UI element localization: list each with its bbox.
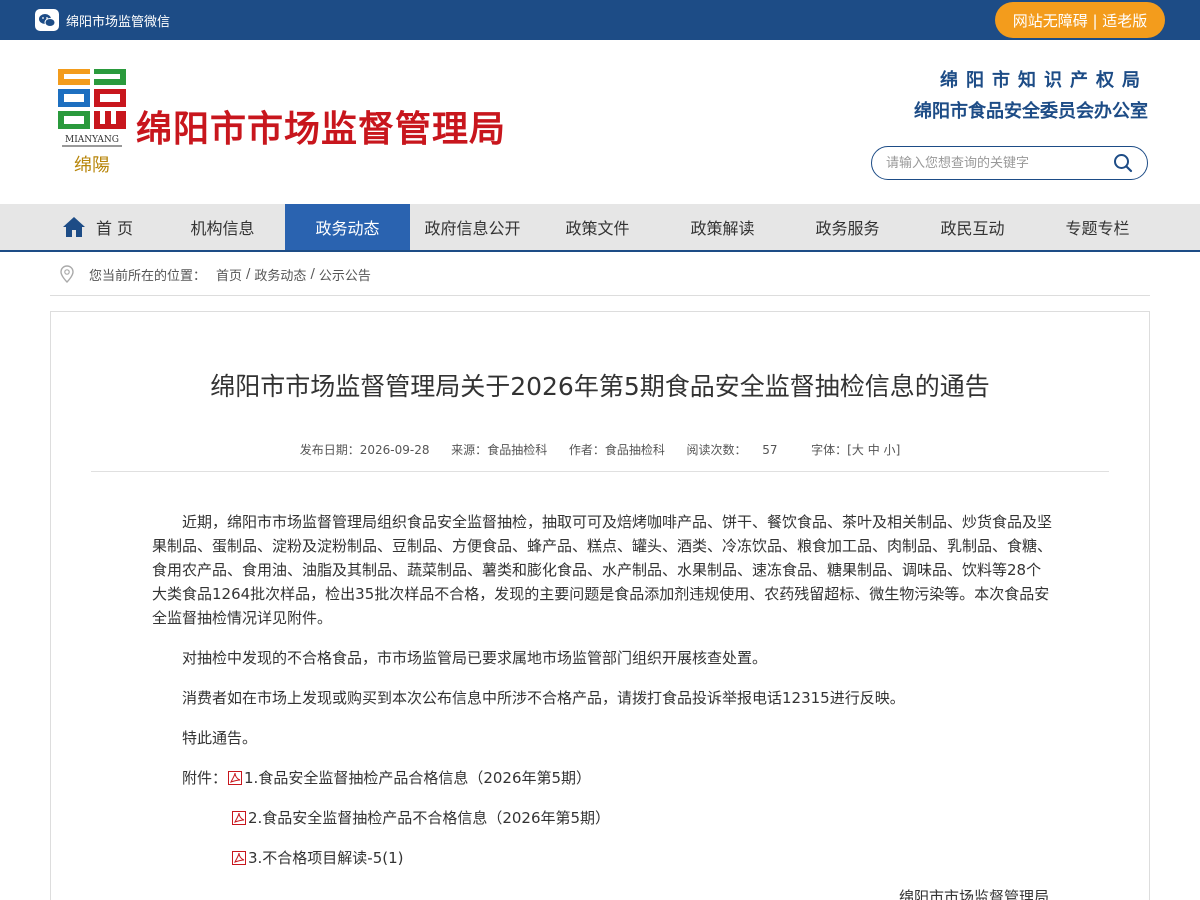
pdf-icon [228,770,243,785]
attachment-title: 3.不合格项目解读-5(1) [248,849,404,867]
article-source: 食品抽检科 [487,443,548,457]
top-bar: 绵阳市场监管微信 网站无障碍 | 适老版 [0,0,1200,40]
nav-item-gov-services[interactable]: 政务服务 [785,204,910,250]
logo-cn-text: 绵陽 [74,155,110,176]
breadcrumb-home[interactable]: 首页 [216,265,242,284]
breadcrumb-gov-news[interactable]: 政务动态 [254,265,306,284]
location-pin-icon [60,265,74,283]
logo-en-text: MIANYANG [65,135,119,145]
attachment-link-3[interactable]: 3.不合格项目解读-5(1) [231,847,404,868]
nav-item-home[interactable]: 首 页 [35,204,160,250]
attachment-title: 1.食品安全监督抽检产品合格信息（2026年第5期） [244,769,592,787]
nav-item-label: 首 页 [95,219,134,238]
pdf-icon [232,810,246,825]
breadcrumb: 您当前所在的位置： 首页 / 政务动态 / 公示公告 [50,253,1150,296]
nav-item-info-disclosure[interactable]: 政府信息公开 [410,204,535,250]
publish-date: 2026-09-28 [359,443,430,457]
font-medium-button[interactable]: 中 [868,443,880,457]
search-box [871,146,1148,180]
nav-item-policy-interpretation[interactable]: 政策解读 [660,204,785,250]
attachment-link-2[interactable]: 2.食品安全监督抽检产品不合格信息（2026年第5期） [231,807,610,828]
bracket-close: ] [895,443,901,457]
nav-item-public-interaction[interactable]: 政民互动 [910,204,1035,250]
font-size-label: 字体： [811,443,848,457]
article-author: 食品抽检科 [604,443,665,457]
nav-item-policy-docs[interactable]: 政策文件 [535,204,660,250]
home-icon [62,217,85,237]
article-panel: 绵阳市市场监督管理局关于2026年第5期食品安全监督抽检信息的通告 发布日期：2… [50,311,1150,900]
article-signature: 绵阳市市场监督管理局 [898,888,1049,900]
wechat-label: 绵阳市场监管微信 [66,14,171,30]
author-label: 作者： [568,443,605,457]
view-count: 57 [762,443,778,457]
attachment-row: 附件： 1.食品安全监督抽检产品合格信息（2026年第5期） [182,767,591,788]
search-input[interactable] [886,153,1106,173]
breadcrumb-separator: / [246,266,251,282]
wechat-link[interactable]: 绵阳市场监管微信 [35,9,170,31]
attachments-label: 附件： [182,769,228,787]
breadcrumb-announcements[interactable]: 公示公告 [319,265,371,284]
site-title: 绵阳市市场监督管理局 [136,108,507,150]
main-nav: 首 页 机构信息 政务动态 政府信息公开 政策文件 政策解读 政务服务 政民互动… [0,204,1200,252]
breadcrumb-separator: / [310,266,315,282]
article-meta: 发布日期：2026-09-28 来源：食品抽检科 作者：食品抽检科 阅读次数： … [51,441,1149,458]
article-paragraph: 特此通告。 [182,729,258,747]
org-name-food-safety: 绵阳市食品安全委员会办公室 [914,101,1148,122]
font-small-button[interactable]: 小 [884,443,896,457]
nav-item-org-info[interactable]: 机构信息 [160,204,285,250]
views-label: 阅读次数： [686,443,747,457]
attachment-row: 3.不合格项目解读-5(1) [231,847,404,868]
date-label: 发布日期： [299,443,360,457]
attachment-link-1[interactable]: 1.食品安全监督抽检产品合格信息（2026年第5期） [227,767,591,788]
breadcrumb-prefix: 您当前所在的位置： [89,268,207,284]
wechat-icon [35,9,59,31]
pdf-icon [232,850,246,865]
font-large-button[interactable]: 大 [852,443,864,457]
org-name-ip-office: 绵阳市知识产权局 [940,70,1148,91]
nav-item-special-topics[interactable]: 专题专栏 [1035,204,1160,250]
attachment-row: 2.食品安全监督抽检产品不合格信息（2026年第5期） [231,807,610,828]
article-paragraph: 近期，绵阳市市场监督管理局组织食品安全监督抽检，抽取可可及焙烤咖啡产品、饼干、餐… [152,513,1053,627]
source-label: 来源： [451,443,488,457]
nav-item-gov-news[interactable]: 政务动态 [285,204,410,250]
accessibility-button[interactable]: 网站无障碍 | 适老版 [995,2,1165,38]
site-header: MIANYANG 绵陽 绵阳市市场监督管理局 绵阳市知识产权局 绵阳市食品安全委… [0,40,1200,204]
meta-divider [91,471,1109,472]
search-icon[interactable] [1113,153,1133,173]
article-paragraph: 消费者如在市场上发现或购买到本次公布信息中所涉不合格产品，请拨打食品投诉举报电话… [182,689,905,707]
article-paragraph: 对抽检中发现的不合格食品，市市场监管局已要求属地市场监管部门组织开展核查处置。 [182,649,768,667]
article-body: 近期，绵阳市市场监督管理局组织食品安全监督抽检，抽取可可及焙烤咖啡产品、饼干、餐… [152,510,1052,750]
site-logo[interactable]: MIANYANG 绵陽 [56,67,128,179]
article-title: 绵阳市市场监督管理局关于2026年第5期食品安全监督抽检信息的通告 [210,372,990,401]
attachment-title: 2.食品安全监督抽检产品不合格信息（2026年第5期） [248,809,611,827]
